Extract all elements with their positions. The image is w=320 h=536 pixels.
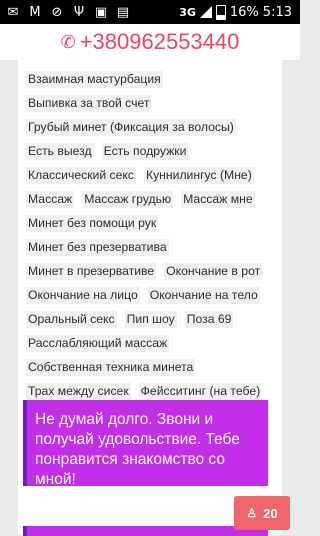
service-tag: Массаж мне bbox=[181, 191, 255, 208]
clock: 5:13 bbox=[262, 4, 292, 20]
services-list: Взаимная мастурбация Выпивка за твой счет… bbox=[26, 70, 278, 454]
service-tag: Оральный секс bbox=[26, 311, 117, 328]
gmail-icon: M bbox=[29, 4, 41, 20]
service-tag: Окончание на лицо bbox=[26, 287, 140, 304]
service-tag: Грубый минет (Фиксация за волосы) bbox=[26, 119, 236, 136]
service-tag: Трах между сисек bbox=[26, 383, 131, 400]
wallet-icon: ▣ bbox=[94, 4, 108, 20]
service-tag: Выпивка за твой счет bbox=[26, 95, 152, 112]
service-tag: Массаж bbox=[26, 191, 75, 208]
service-tag: Массаж грудью bbox=[82, 191, 174, 208]
next-banner bbox=[23, 526, 268, 536]
service-tag: Окончание в рот bbox=[164, 263, 263, 280]
promo-banner: Не думай долго. Звони и получай удовольс… bbox=[23, 400, 268, 488]
battery-icon bbox=[215, 4, 226, 20]
service-tag: Минет без презерватива bbox=[26, 239, 169, 256]
sms-icon: ✉ bbox=[7, 4, 19, 20]
no-alarm-icon: ⊘ bbox=[51, 4, 63, 20]
service-tag: Есть подружки bbox=[101, 143, 189, 160]
service-tag: Поза 69 bbox=[184, 311, 234, 328]
service-tag: Расслабляющий массаж bbox=[26, 335, 170, 352]
service-tag: Собственная техника минета bbox=[26, 359, 196, 376]
signal-icon bbox=[199, 6, 212, 18]
battery-level: 16% bbox=[229, 4, 259, 20]
notification-icons: ✉ M ⊘ Ψ ▣ ▤ bbox=[0, 4, 130, 20]
network-type: 3G bbox=[179, 5, 196, 19]
usb-icon: Ψ bbox=[73, 4, 85, 20]
image-icon: ▤ bbox=[116, 4, 130, 20]
service-tag: Окончание на тело bbox=[147, 287, 260, 304]
views-count: 20 bbox=[263, 505, 278, 521]
service-tag: Минет в презервативе bbox=[26, 263, 157, 280]
service-tag: Классический секс bbox=[26, 167, 136, 184]
service-tag: Пип шоу bbox=[124, 311, 177, 328]
service-tag: Минет без помощи рук bbox=[26, 215, 159, 232]
phone-number: +380962553440 bbox=[79, 29, 240, 54]
user-icon: ♙ bbox=[246, 506, 258, 520]
profile-card: Взаимная мастурбация Выпивка за твой счет… bbox=[18, 60, 282, 536]
phone-link[interactable]: ✆ +380962553440 bbox=[0, 24, 300, 61]
status-bar: ✉ M ⊘ Ψ ▣ ▤ 3G 16% 5:13 bbox=[0, 0, 300, 24]
service-tag: Фейсситинг (на тебе) bbox=[138, 383, 263, 400]
service-tag: Куннилингус (Мне) bbox=[143, 167, 254, 184]
promo-text: Не думай долго. Звони и получай удовольс… bbox=[35, 411, 240, 488]
service-tag: Есть выезд bbox=[26, 143, 94, 160]
service-tag: Взаимная мастурбация bbox=[26, 71, 163, 88]
system-status: 3G 16% 5:13 bbox=[179, 4, 300, 20]
views-badge[interactable]: ♙ 20 bbox=[234, 496, 290, 530]
phone-icon: ✆ bbox=[60, 31, 76, 52]
